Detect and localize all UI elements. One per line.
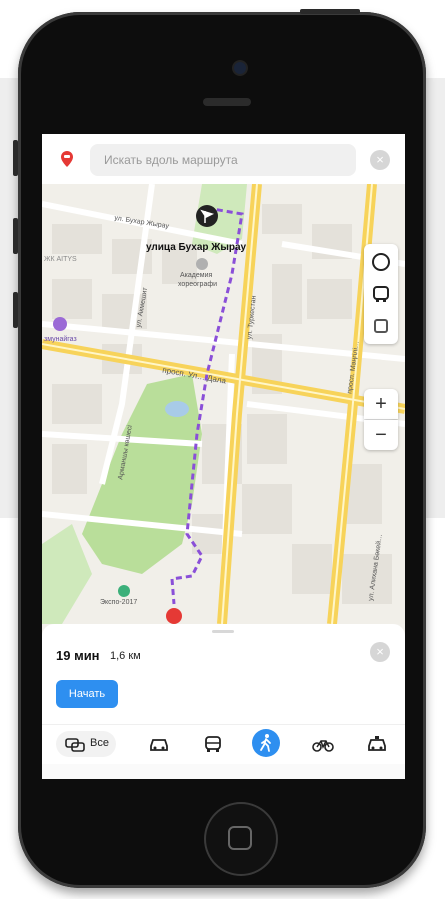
expo-label: Экспо-2017 (100, 599, 138, 606)
gas-label: змунайгаз (44, 336, 77, 343)
destination-label: улица Бухар Жырау (146, 242, 247, 253)
home-button[interactable] (204, 802, 278, 876)
walk-icon (260, 734, 271, 752)
walk-mode-button[interactable] (252, 729, 280, 757)
mute-switch (13, 292, 18, 328)
panorama-icon[interactable] (371, 316, 391, 336)
car-icon (150, 739, 168, 751)
route-distance: 1,6 км (110, 650, 141, 662)
bus-icon[interactable] (371, 284, 391, 304)
taxi-mode-button[interactable] (364, 731, 390, 757)
close-route-icon[interactable]: × (370, 642, 390, 662)
volume-down-button (13, 218, 18, 254)
zoom-in-button[interactable]: + (364, 389, 398, 419)
taxi-icon (368, 736, 386, 751)
mode-all-button[interactable]: Все (56, 731, 116, 757)
origin-marker (166, 608, 182, 624)
all-modes-icon (65, 738, 85, 752)
front-camera (234, 62, 246, 74)
search-input[interactable]: Искать вдоль маршрута (90, 144, 356, 176)
zoom-out-button[interactable]: − (364, 420, 398, 450)
academy-label-2: хореографи (178, 281, 218, 288)
app-screen: Искать вдоль маршрута × ул. Бухар Жырау … (42, 134, 405, 779)
search-bar: Искать вдоль маршрута × (42, 134, 405, 184)
academy-label-1: Академия (180, 272, 213, 279)
location-pin-icon[interactable] (58, 150, 76, 168)
route-time: 19 мин (56, 648, 100, 663)
academy-poi-icon (196, 258, 208, 270)
bus-icon (205, 736, 221, 752)
transport-modes: Все (42, 724, 405, 761)
map-view[interactable]: ул. Бухар Жырау улица Бухар Жырау Академ… (42, 183, 405, 625)
route-panel: 19 мин 1,6 км × Начать Все (42, 624, 405, 779)
gas-poi-icon (53, 317, 67, 331)
search-close-icon[interactable]: × (370, 150, 390, 170)
layers-icon[interactable] (371, 252, 391, 272)
bus-mode-button[interactable] (200, 731, 226, 757)
bottom-tab-bar (42, 764, 405, 779)
district-label: ЖК AITYS (44, 256, 77, 263)
map-layer-controls (364, 244, 398, 344)
volume-up-button (13, 140, 18, 176)
drag-handle[interactable] (212, 630, 234, 633)
mode-all-label: Все (90, 737, 109, 749)
expo-poi-icon (118, 585, 130, 597)
earpiece (203, 98, 251, 106)
car-mode-button[interactable] (146, 731, 172, 757)
bike-mode-button[interactable] (310, 731, 336, 757)
start-button[interactable]: Начать (56, 680, 118, 708)
bike-icon (312, 740, 334, 752)
power-button (300, 9, 360, 14)
